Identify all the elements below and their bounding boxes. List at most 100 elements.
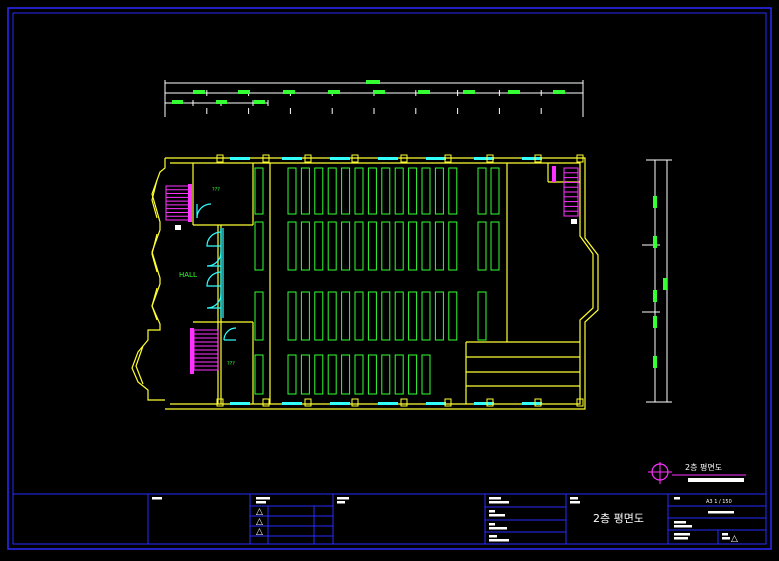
seat-row [300,167,310,215]
seat-row [327,354,337,395]
title-block-text [674,533,690,536]
seat-row [434,221,444,271]
seat-row [408,167,418,215]
window [230,402,250,405]
seat-row [254,167,264,215]
title-block-text [674,537,688,540]
seat-row [254,291,264,341]
title-block-text [489,501,509,504]
seat-row [367,354,377,395]
dimension-text [328,90,340,94]
seat-row [300,291,310,341]
dimension-text [653,316,657,328]
seat-row [477,291,487,341]
title-block-text [674,497,680,500]
window [378,157,398,160]
seat-row [354,354,364,395]
seat-row [408,221,418,271]
seat-row [408,354,418,395]
dimension-text [172,100,183,104]
seat-row [341,291,351,341]
title-block-text [489,497,501,500]
window [522,157,542,160]
seat-row [367,221,377,271]
title-block-text [152,497,162,500]
stair-rail [190,328,194,374]
seat-row [448,221,458,271]
dimension-text [373,90,385,94]
seat-row [367,167,377,215]
dimension-text [653,356,657,368]
seat-row [314,291,324,341]
window [426,157,446,160]
title-block-text [570,497,578,500]
title-block-text [722,537,730,540]
title-block-text [337,501,345,504]
title-block-text [337,497,349,500]
column [400,398,408,407]
seat-row [394,291,404,341]
window [230,157,250,160]
title-block-text [489,539,509,542]
building-walls [131,157,599,410]
window [282,402,302,405]
seat-row [354,291,364,341]
seat-row [367,291,377,341]
window [330,157,350,160]
seat-row [341,354,351,395]
cad-viewport[interactable]: HALL ??? ??? 2층 평면도 △ △ △ 2층 평면도 A3 1 / … [0,0,779,557]
window [474,402,494,405]
seat-row [490,221,500,271]
hall-label: HALL [179,271,197,279]
seat-row [314,167,324,215]
revision-mark-3: △ [256,527,263,537]
seat-row [408,291,418,341]
seat-row [314,354,324,395]
stair-rail [188,184,192,222]
seat-row [477,221,487,271]
dimension-text [653,290,657,302]
window [474,157,494,160]
seat-row [394,167,404,215]
seat-row [434,167,444,215]
seat-row [381,167,391,215]
title-block-text [489,523,495,526]
dimension-text [653,236,657,248]
title-block-triangle: △ [731,534,738,544]
seat-row [354,167,364,215]
seat-row [327,167,337,215]
column-group [216,154,584,407]
seat-row [381,291,391,341]
revision-mark-1: △ [256,507,263,517]
window [282,157,302,160]
stair-rail [552,166,556,182]
revision-mark-2: △ [256,517,263,527]
seat-row [381,221,391,271]
title-block-text [256,501,266,504]
dimension-text [254,100,265,104]
title-block-text [674,521,686,524]
dimension-text [653,196,657,208]
room-label-top: ??? [212,187,220,193]
window-group [230,157,542,405]
seat-row [300,354,310,395]
dimension-text [663,278,667,290]
dimension-text [216,100,227,104]
window [426,402,446,405]
dimension-text [238,90,250,94]
marker-square-2 [571,219,577,224]
seat-row [490,167,500,215]
dimension-text-group [172,80,565,104]
seat-row [354,221,364,271]
seat-row [341,167,351,215]
title-block-text [489,514,505,517]
seat-row [287,167,297,215]
seat-row [421,354,431,395]
seat-row [254,354,264,395]
title-block-text [489,527,507,530]
seat-row [314,221,324,271]
window [522,402,542,405]
dimension-text [418,90,430,94]
seat-row [477,167,487,215]
seat-row [287,291,297,341]
